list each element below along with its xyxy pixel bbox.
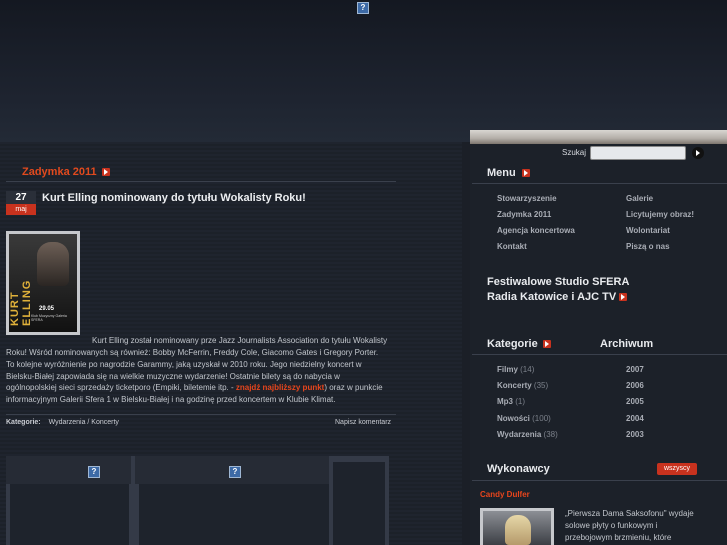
menu-item-stowarzyszenie[interactable]: Stowarzyszenie bbox=[497, 194, 557, 203]
banner-header bbox=[6, 456, 131, 484]
menu-item-galerie[interactable]: Galerie bbox=[626, 194, 653, 203]
menu-item-pisza[interactable]: Piszą o nas bbox=[626, 242, 670, 251]
date-badge: 27 maj bbox=[6, 191, 36, 215]
search-submit-icon[interactable] bbox=[692, 147, 704, 159]
banner-box[interactable] bbox=[333, 462, 385, 545]
category-item[interactable]: Wydarzenia (38) bbox=[497, 430, 558, 439]
category-count: (1) bbox=[515, 397, 526, 406]
studio-title-line2[interactable]: Radia Katowice i AJC TV bbox=[487, 291, 616, 303]
archive-item[interactable]: 2006 bbox=[626, 381, 644, 390]
category-item[interactable]: Filmy (14) bbox=[497, 365, 534, 374]
kategorie-title: Kategorie bbox=[487, 338, 538, 350]
category-item[interactable]: Nowości (100) bbox=[497, 414, 551, 423]
search-input[interactable] bbox=[590, 146, 686, 160]
category-count: (35) bbox=[533, 381, 549, 390]
divider bbox=[6, 414, 396, 415]
post-body-line: Roku! Wśród nominowanych są również: Bob… bbox=[6, 348, 379, 357]
artist-name-link[interactable]: Candy Dulfer bbox=[480, 490, 530, 499]
category-title[interactable]: Zadymka 2011 bbox=[22, 166, 97, 178]
archive-item[interactable]: 2005 bbox=[626, 397, 644, 406]
arrow-right-icon bbox=[522, 169, 530, 177]
divider bbox=[472, 354, 727, 355]
sidebar-top-strip bbox=[470, 130, 727, 144]
banner-row bbox=[6, 456, 389, 545]
header-banner bbox=[0, 0, 727, 142]
divider bbox=[472, 480, 727, 481]
arrow-right-icon bbox=[102, 168, 110, 176]
categories-link[interactable]: Wydarzenia / Koncerty bbox=[49, 419, 119, 426]
divider bbox=[6, 181, 396, 182]
arrow-right-icon bbox=[543, 340, 551, 348]
studio-title-line1[interactable]: Festiwalowe Studio SFERA bbox=[487, 276, 629, 288]
category-count: (38) bbox=[543, 430, 558, 439]
date-day: 27 bbox=[6, 191, 36, 204]
category-item[interactable]: Koncerty (35) bbox=[497, 381, 548, 390]
category-name: Mp3 bbox=[497, 397, 513, 406]
archive-item[interactable]: 2004 bbox=[626, 414, 644, 423]
artist-portrait bbox=[505, 515, 531, 545]
menu-item-agencja[interactable]: Agencja koncertowa bbox=[497, 226, 575, 235]
wszyscy-button[interactable]: wszyscy bbox=[657, 463, 697, 475]
menu-item-licytujemy[interactable]: Licytujemy obraz! bbox=[626, 210, 694, 219]
wykonawcy-title: Wykonawcy bbox=[487, 463, 550, 475]
broken-image-icon: ? bbox=[229, 466, 241, 478]
post-body-line: informacyjnym Galerii Sfera 1 w Bielsku-… bbox=[6, 395, 336, 404]
post-body-text: ) oraz w punkcie bbox=[324, 383, 383, 392]
post-title[interactable]: Kurt Elling nominowany do tytułu Wokalis… bbox=[42, 192, 306, 204]
artist-photo bbox=[483, 511, 551, 545]
post-body-line: To kolejne wyróżnienie po nagrodzie Gara… bbox=[6, 360, 362, 369]
banner-box[interactable] bbox=[10, 484, 129, 545]
artist-photo-frame[interactable] bbox=[480, 508, 554, 545]
poster-date: 29.05 bbox=[39, 306, 55, 312]
categories-label: Kategorie: bbox=[6, 419, 41, 426]
category-count: (14) bbox=[520, 365, 535, 374]
date-month: maj bbox=[6, 204, 36, 215]
category-name: Wydarzenia bbox=[497, 430, 542, 439]
category-name: Filmy bbox=[497, 365, 518, 374]
ticket-point-link[interactable]: znajdź najbliższy punkt bbox=[236, 383, 324, 392]
artist-desc-line: przebojowym brzmieniu, które bbox=[565, 533, 672, 542]
banner-box[interactable] bbox=[139, 484, 329, 545]
menu-item-zadymka[interactable]: Zadymka 2011 bbox=[497, 210, 551, 219]
broken-image-icon: ? bbox=[357, 2, 369, 14]
menu-title: Menu bbox=[487, 167, 516, 179]
menu-item-wolontariat[interactable]: Wolontariat bbox=[626, 226, 670, 235]
post-body-line: ogólnopolskiej sieci sprzedaży ticketpor… bbox=[6, 382, 383, 394]
comment-link[interactable]: Napisz komentarz bbox=[335, 419, 391, 426]
poster-image: KURT ELLING 29.05 Klub Muzyczny Galeria … bbox=[9, 234, 77, 332]
archive-item[interactable]: 2007 bbox=[626, 365, 644, 374]
poster-frame[interactable]: KURT ELLING 29.05 Klub Muzyczny Galeria … bbox=[6, 231, 80, 335]
broken-image-icon: ? bbox=[88, 466, 100, 478]
artist-desc-line: solowe płyty o funkowym i bbox=[565, 521, 658, 530]
poster-name: KURT ELLING bbox=[9, 279, 33, 326]
archive-item[interactable]: 2003 bbox=[626, 430, 644, 439]
category-name: Koncerty bbox=[497, 381, 532, 390]
post-body-line: Kurt Elling został nominowany prze Jazz … bbox=[92, 336, 388, 345]
archiwum-title: Archiwum bbox=[600, 338, 654, 350]
category-count: (100) bbox=[532, 414, 551, 423]
post-body-text: ogólnopolskiej sieci sprzedaży ticketpor… bbox=[6, 383, 236, 392]
divider bbox=[472, 183, 727, 184]
arrow-right-icon bbox=[619, 293, 627, 301]
category-item[interactable]: Mp3 (1) bbox=[497, 397, 525, 406]
poster-venue: Klub Muzyczny Galeria SFERA bbox=[31, 314, 67, 322]
category-name: Nowości bbox=[497, 414, 530, 423]
menu-item-kontakt[interactable]: Kontakt bbox=[497, 242, 527, 251]
artist-desc-line: „Pierwsza Dama Saksofonu" wydaje bbox=[565, 509, 694, 518]
search-label: Szukaj bbox=[562, 148, 587, 157]
post-categories: Kategorie: Wydarzenia / Koncerty bbox=[6, 419, 119, 426]
portrait bbox=[37, 242, 69, 286]
